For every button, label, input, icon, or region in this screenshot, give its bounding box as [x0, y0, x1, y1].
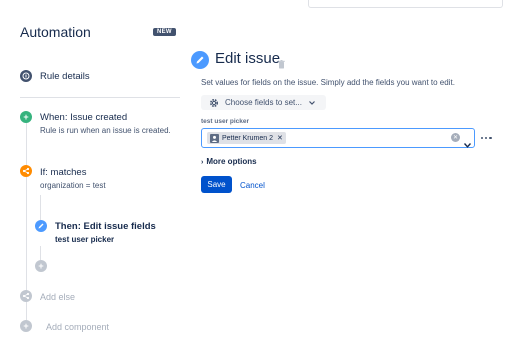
rule-details-label: Rule details [40, 70, 90, 82]
page-title: Automation [20, 24, 91, 40]
save-button[interactable]: Save [201, 176, 232, 193]
branch-line [40, 195, 41, 222]
pencil-icon [35, 220, 47, 232]
gear-icon [209, 98, 219, 108]
condition-item[interactable]: If: matches organization = test [40, 167, 106, 190]
add-component-link[interactable]: Add component [46, 322, 109, 332]
edit-description: Set values for fields on the issue. Simp… [201, 78, 455, 87]
more-options-toggle[interactable]: › More options [201, 157, 257, 166]
choose-fields-label: Choose fields to set... [225, 98, 302, 107]
top-frame-edge [308, 0, 503, 8]
share-icon [20, 165, 32, 177]
cancel-button[interactable]: Cancel [240, 181, 265, 190]
plus-icon: + [20, 111, 32, 123]
choose-fields-dropdown[interactable]: Choose fields to set... [201, 95, 326, 110]
trigger-subtitle: Rule is run when an issue is created. [40, 126, 171, 135]
add-component-plus-icon[interactable]: + [20, 320, 32, 332]
divider [20, 97, 180, 98]
edit-issue-title: Edit issue [215, 50, 281, 67]
avatar-icon [210, 133, 219, 143]
new-badge: NEW [153, 28, 176, 36]
branch-line [40, 246, 41, 260]
info-icon [20, 70, 32, 82]
add-action-plus-icon[interactable]: + [35, 260, 47, 272]
user-chip: Petter Krumen 2 ✕ [207, 132, 286, 144]
chevron-right-icon: › [201, 159, 204, 166]
trigger-item[interactable]: When: Issue created Rule is run when an … [40, 112, 171, 135]
chevron-down-icon [309, 100, 315, 105]
condition-subtitle: organization = test [40, 181, 106, 190]
pencil-icon [191, 51, 209, 69]
field-label: test user picker [201, 118, 250, 125]
action-item[interactable]: Then: Edit issue fields test user picker [55, 221, 156, 244]
chip-label: Petter Krumen 2 [222, 134, 273, 142]
add-else-link[interactable]: Add else [40, 292, 75, 302]
trash-icon[interactable] [278, 56, 285, 74]
share-icon-disabled [20, 290, 32, 302]
user-picker-input[interactable]: Petter Krumen 2 ✕ ✕ [201, 128, 475, 148]
clear-icon[interactable]: ✕ [451, 133, 460, 142]
trigger-title: When: Issue created [40, 112, 128, 123]
chevron-down-icon[interactable] [463, 135, 472, 153]
more-options-label: More options [206, 157, 257, 166]
more-actions-icon[interactable] [481, 137, 492, 140]
action-title: Then: Edit issue fields [55, 221, 156, 232]
action-subtitle: test user picker [55, 235, 115, 244]
flow-line [26, 123, 27, 165]
rule-details-item[interactable]: Rule details [20, 70, 90, 82]
condition-title: If: matches [40, 167, 87, 178]
chip-remove-icon[interactable]: ✕ [277, 134, 283, 142]
